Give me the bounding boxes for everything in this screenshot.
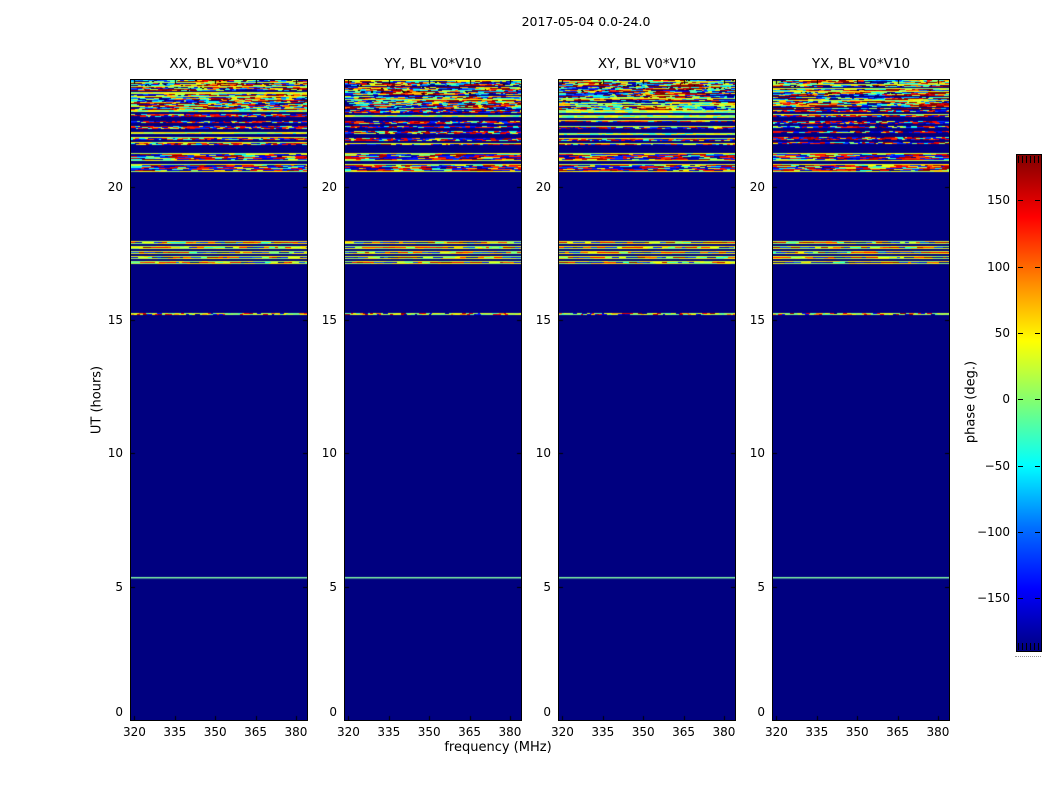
y-tick-label: 0 (329, 705, 337, 719)
y-tick-label: 15 (107, 313, 123, 327)
x-tick-label: 365 (244, 725, 268, 739)
y-tick-label: 5 (329, 579, 337, 594)
colorbar-dotted-line (1015, 656, 1041, 657)
heatmap-XY (559, 80, 735, 720)
y-axis-label: UT (hours) (89, 365, 105, 435)
colorbar-tick-left (1018, 532, 1023, 533)
x-tick-label: 380 (498, 725, 522, 739)
colorbar-tick-label: 150 (987, 193, 1010, 208)
y-tick-label: 10 (321, 446, 337, 461)
y-tick-label: 5 (757, 579, 765, 594)
colorbar-hatch-bottom (1018, 643, 1040, 650)
heatmap-YY (345, 80, 521, 720)
y-tick-label: 0 (543, 705, 551, 719)
colorbar-tick-left (1018, 200, 1023, 201)
colorbar-tick-label: −100 (977, 525, 1010, 540)
colorbar-tick-label: 50 (994, 325, 1010, 340)
x-tick-label: 335 (163, 725, 187, 739)
panel-title-YY: YY, BL V0*V10 (384, 56, 482, 72)
figure: 2017-05-04 0.0-24.0 XX, BL V0*V10 0 5 10 15 2… (0, 0, 1050, 800)
x-tick-label: 365 (886, 725, 910, 739)
y-tick-label: 10 (535, 446, 551, 461)
colorbar-tick-right (1035, 333, 1040, 334)
x-tick-label: 350 (417, 725, 441, 739)
heatmap-YX (773, 80, 949, 720)
panel-title-XX: XX, BL V0*V10 (169, 56, 269, 72)
x-tick-label: 380 (926, 725, 950, 739)
colorbar-tick-label: −150 (977, 591, 1010, 606)
y-tick-label: 5 (115, 579, 123, 594)
colorbar-gradient (1017, 155, 1041, 651)
colorbar-tick-label: −50 (984, 458, 1010, 473)
colorbar-tick-left (1018, 598, 1023, 599)
x-tick-label: 320 (337, 725, 360, 739)
colorbar-hatch-top (1018, 156, 1040, 163)
colorbar-tick-right (1035, 399, 1040, 400)
y-tick-label: 10 (749, 446, 765, 461)
y-tick-label: 5 (543, 579, 551, 594)
x-tick-label: 320 (123, 725, 146, 739)
y-tick-label: 20 (535, 179, 551, 194)
colorbar-tick-left (1018, 267, 1023, 268)
x-axis-label: frequency (MHz) (444, 740, 552, 755)
y-tick-label: 15 (535, 313, 551, 327)
y-tick-label: 15 (321, 313, 337, 327)
x-tick-label: 350 (631, 725, 655, 739)
x-tick-label: 350 (845, 725, 869, 739)
colorbar-tick-left (1018, 399, 1023, 400)
x-tick-label: 350 (203, 725, 227, 739)
panel-title-YX: YX, BL V0*V10 (811, 56, 911, 72)
x-tick-label: 335 (377, 725, 401, 739)
x-tick-label: 380 (284, 725, 308, 739)
y-tick-label: 20 (321, 179, 337, 194)
y-tick-label: 20 (107, 179, 123, 194)
y-tick-label: 15 (749, 313, 765, 327)
panel-title-XY: XY, BL V0*V10 (597, 56, 697, 72)
colorbar-tick-right (1035, 466, 1040, 467)
x-tick-label: 380 (712, 725, 736, 739)
colorbar-tick-right (1035, 200, 1040, 201)
colorbar-tick-left (1018, 466, 1023, 467)
figure-title: 2017-05-04 0.0-24.0 (521, 14, 651, 29)
colorbar-tick-right (1035, 532, 1040, 533)
colorbar-tick-left (1018, 333, 1023, 334)
colorbar-tick-label: 100 (987, 259, 1010, 274)
colorbar-label: phase (deg.) (963, 360, 979, 444)
x-tick-label: 335 (591, 725, 615, 739)
x-tick-label: 320 (551, 725, 574, 739)
x-tick-label: 320 (765, 725, 788, 739)
y-tick-label: 20 (749, 179, 765, 194)
y-tick-label: 0 (757, 705, 765, 719)
heatmap-XX (131, 80, 307, 720)
colorbar-tick-right (1035, 267, 1040, 268)
x-tick-label: 335 (805, 725, 829, 739)
y-tick-label: 10 (107, 446, 123, 461)
x-tick-label: 365 (672, 725, 696, 739)
y-tick-label: 0 (115, 705, 123, 719)
x-tick-label: 365 (458, 725, 482, 739)
colorbar-tick-right (1035, 598, 1040, 599)
